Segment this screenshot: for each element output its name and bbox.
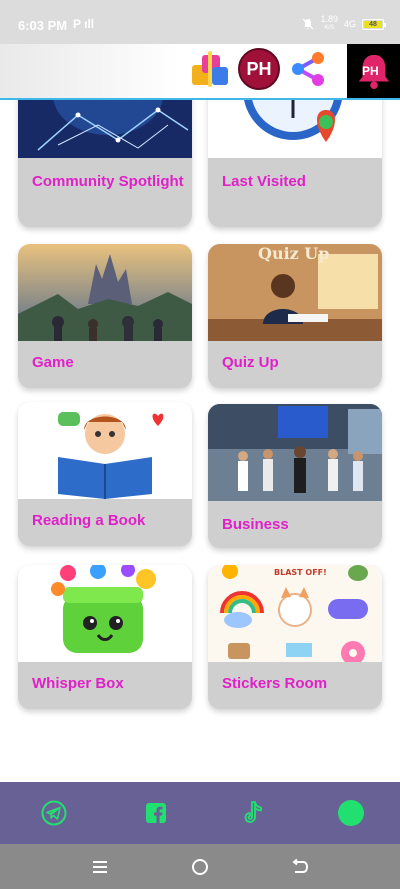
card-label: Community Spotlight [32, 173, 184, 190]
card-label: Last Visited [222, 173, 306, 190]
whisper-box-image [18, 565, 192, 662]
quiz-up-image: Quiz Up [208, 244, 382, 341]
telegram-icon[interactable] [40, 799, 68, 827]
card-label: Stickers Room [222, 675, 328, 692]
system-navigation-bar [0, 844, 400, 889]
card-business[interactable]: Business [208, 404, 382, 548]
category-grid: Community Spotlight Last Visited Game Qu… [0, 100, 400, 780]
facebook-icon[interactable] [142, 799, 170, 827]
notification-button[interactable]: PH [347, 44, 400, 98]
mute-icon [302, 18, 314, 30]
card-quiz-up[interactable]: Quiz Up Quiz Up [208, 244, 382, 388]
home-icon[interactable] [190, 857, 210, 877]
last-visited-image [208, 100, 382, 158]
card-label: Quiz Up [222, 354, 279, 371]
status-bar: 6:03 PM P ıll 1.89 K/S 4G 48 [0, 0, 400, 44]
bottom-nav [0, 782, 400, 844]
card-game[interactable]: Game [18, 244, 192, 388]
card-label: Game [32, 354, 74, 371]
menu-icon[interactable] [90, 857, 110, 877]
battery-icon: 48 [362, 18, 386, 30]
card-reading-book[interactable]: Reading a Book [18, 402, 192, 546]
card-label: Whisper Box [32, 675, 124, 692]
status-time: 6:03 PM [18, 18, 68, 33]
back-icon[interactable] [290, 857, 310, 877]
ph-badge-icon[interactable]: PH [237, 47, 281, 91]
card-whisper-box[interactable]: Whisper Box [18, 565, 192, 709]
quiz-up-image-text: Quiz Up [258, 244, 330, 263]
stickers-room-image: BLAST OFF! [208, 565, 382, 662]
reading-book-image [18, 402, 192, 499]
gifts-icon[interactable] [188, 47, 232, 91]
game-image [18, 244, 192, 341]
bell-label: PH [362, 64, 379, 78]
card-label: Business [222, 516, 289, 533]
status-notification-icons: P ıll [73, 17, 95, 31]
business-image [208, 404, 382, 501]
header-icon-group: PH [188, 47, 330, 91]
network-type: 4G [343, 18, 356, 29]
net-speed: 1.89 K/S [320, 14, 338, 32]
app-header: PH [0, 44, 400, 100]
status-indicators: 1.89 K/S 4G 48 [302, 14, 386, 33]
card-label: Reading a Book [32, 512, 146, 529]
tiktok-icon[interactable] [240, 799, 268, 827]
community-spotlight-image [18, 100, 192, 158]
card-stickers-room[interactable]: BLAST OFF! Stickers Room [208, 565, 382, 709]
share-icon[interactable] [286, 47, 330, 91]
card-last-visited[interactable]: Last Visited [208, 100, 382, 227]
card-community-spotlight[interactable]: Community Spotlight [18, 100, 192, 227]
stickers-image-text: BLAST OFF! [274, 568, 327, 577]
profile-icon[interactable] [337, 799, 365, 827]
